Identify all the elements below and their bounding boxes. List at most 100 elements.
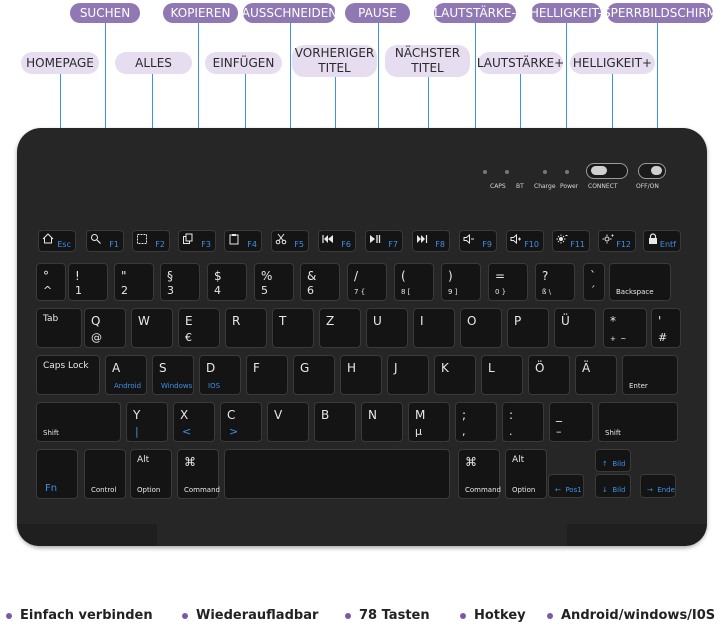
- key-secondary-label: |: [135, 425, 139, 438]
- fn-key[interactable]: Fn: [36, 449, 78, 499]
- number-key[interactable]: ) 9 ]: [441, 263, 481, 301]
- fkey-label: Entf: [659, 240, 676, 249]
- fkey-f11[interactable]: F11: [552, 230, 590, 252]
- fkey-f2[interactable]: F2: [132, 230, 170, 252]
- arrow-down-key[interactable]: ↓ Bild: [595, 474, 631, 498]
- option-key-left[interactable]: Alt Option: [130, 449, 172, 499]
- letter-key[interactable]: U: [366, 308, 408, 348]
- letter-key[interactable]: * + ~: [603, 308, 647, 348]
- fkey-f1[interactable]: F1: [86, 230, 124, 252]
- number-key[interactable]: ` ´: [583, 263, 605, 301]
- letter-key[interactable]: Z: [319, 308, 361, 348]
- letter-key[interactable]: R: [225, 308, 267, 348]
- fkey-label: F3: [201, 240, 211, 249]
- arrow-right-key[interactable]: → Ende: [640, 474, 676, 498]
- letter-key[interactable]: :.: [502, 402, 544, 442]
- letter-key[interactable]: I: [413, 308, 455, 348]
- option-key-right[interactable]: Alt Option: [505, 449, 547, 499]
- letter-key[interactable]: H: [340, 355, 382, 395]
- fkey-entf[interactable]: Entf: [643, 230, 681, 252]
- fkey-f10[interactable]: F10: [506, 230, 544, 252]
- letter-key[interactable]: C >: [220, 402, 262, 442]
- number-key[interactable]: $4: [207, 263, 247, 301]
- select-all-icon: [136, 233, 148, 247]
- letter-key[interactable]: L: [481, 355, 523, 395]
- control-key[interactable]: Control: [84, 449, 126, 499]
- command-key-left[interactable]: ⌘ Command: [177, 449, 220, 499]
- letter-key[interactable]: Ö: [528, 355, 570, 395]
- key-secondary-label: ↓ Bild: [602, 486, 626, 494]
- copy-icon: [182, 233, 194, 247]
- letter-key[interactable]: O: [460, 308, 502, 348]
- fkey-f8[interactable]: F8: [412, 230, 450, 252]
- fkey-label: F2: [155, 240, 165, 249]
- letter-key[interactable]: _ –: [549, 402, 593, 442]
- feature-label: 78 Tasten: [359, 608, 430, 623]
- fkey-f12[interactable]: F12: [598, 230, 636, 252]
- letter-key[interactable]: Mµ: [408, 402, 450, 442]
- key-primary-label: A: [112, 361, 121, 375]
- key-secondary-label: Fn: [45, 483, 58, 494]
- letter-key[interactable]: Ü: [554, 308, 596, 348]
- letter-key[interactable]: F: [246, 355, 288, 395]
- shift-key[interactable]: Shift: [36, 402, 121, 442]
- letter-key[interactable]: J: [387, 355, 429, 395]
- fkey-f3[interactable]: F3: [178, 230, 216, 252]
- letter-key[interactable]: X <: [173, 402, 215, 442]
- arrow-up-key[interactable]: ↑ Bild: [595, 449, 631, 472]
- letter-key[interactable]: A Android: [105, 355, 147, 395]
- tab-key[interactable]: Tab: [36, 308, 82, 348]
- backspace-key[interactable]: Backspace: [609, 263, 671, 301]
- fkey-f6[interactable]: F6: [318, 230, 356, 252]
- number-key[interactable]: ° ^: [36, 263, 66, 301]
- number-key[interactable]: " 2: [114, 263, 154, 301]
- key-secondary-label: ← Pos1: [555, 486, 582, 494]
- letter-key[interactable]: T: [272, 308, 314, 348]
- bullet-icon: [547, 612, 553, 619]
- letter-key[interactable]: Ä: [575, 355, 617, 395]
- number-key[interactable]: / 7 {: [347, 263, 387, 301]
- number-key[interactable]: ? ß \: [535, 263, 575, 301]
- power-switch[interactable]: [638, 163, 666, 179]
- fkey-label: Esc: [57, 240, 71, 249]
- key-secondary-label: .: [509, 425, 513, 438]
- number-key[interactable]: (8 [: [394, 263, 434, 301]
- key-primary-label: S: [159, 361, 167, 375]
- letter-key[interactable]: N: [361, 402, 403, 442]
- letter-key[interactable]: P: [507, 308, 549, 348]
- fkey-f7[interactable]: F7: [365, 230, 403, 252]
- letter-key[interactable]: B: [314, 402, 356, 442]
- number-key[interactable]: & 6: [300, 263, 340, 301]
- caps-lock-key[interactable]: Caps Lock: [36, 355, 100, 395]
- key-primary-label: W: [138, 314, 150, 328]
- letter-key[interactable]: V: [267, 402, 309, 442]
- letter-key[interactable]: Q @: [84, 308, 126, 348]
- letter-key[interactable]: ' #: [651, 308, 681, 348]
- letter-key[interactable]: S Windows: [152, 355, 194, 395]
- fkey-f4[interactable]: F4: [224, 230, 262, 252]
- letter-key[interactable]: Y |: [126, 402, 168, 442]
- connect-switch[interactable]: [586, 163, 628, 179]
- fkey-f5[interactable]: F5: [271, 230, 309, 252]
- letter-key[interactable]: D IOS: [199, 355, 241, 395]
- fkey-f9[interactable]: F9: [459, 230, 497, 252]
- letter-key[interactable]: E €: [178, 308, 220, 348]
- fkey-esc[interactable]: Esc: [38, 230, 76, 252]
- shift-key[interactable]: Shift: [598, 402, 678, 442]
- number-key[interactable]: ! 1: [68, 263, 108, 301]
- search-icon: [90, 233, 102, 247]
- enter-key[interactable]: Enter: [622, 355, 678, 395]
- letter-key[interactable]: K: [434, 355, 476, 395]
- command-key-right[interactable]: ⌘ Command: [458, 449, 501, 499]
- callout-mid-7: HELLIGKEIT+: [570, 52, 655, 74]
- number-key[interactable]: % 5: [254, 263, 294, 301]
- letter-key[interactable]: W: [131, 308, 173, 348]
- number-key[interactable]: = 0 }: [488, 263, 528, 301]
- indicator-label: BT: [516, 183, 524, 190]
- arrow-left-key[interactable]: ← Pos1: [548, 474, 584, 498]
- number-key[interactable]: § 3: [160, 263, 200, 301]
- letter-key[interactable]: ;,: [455, 402, 497, 442]
- letter-key[interactable]: G: [293, 355, 335, 395]
- key-secondary-label: ,: [462, 425, 466, 438]
- space-bar[interactable]: [224, 449, 450, 499]
